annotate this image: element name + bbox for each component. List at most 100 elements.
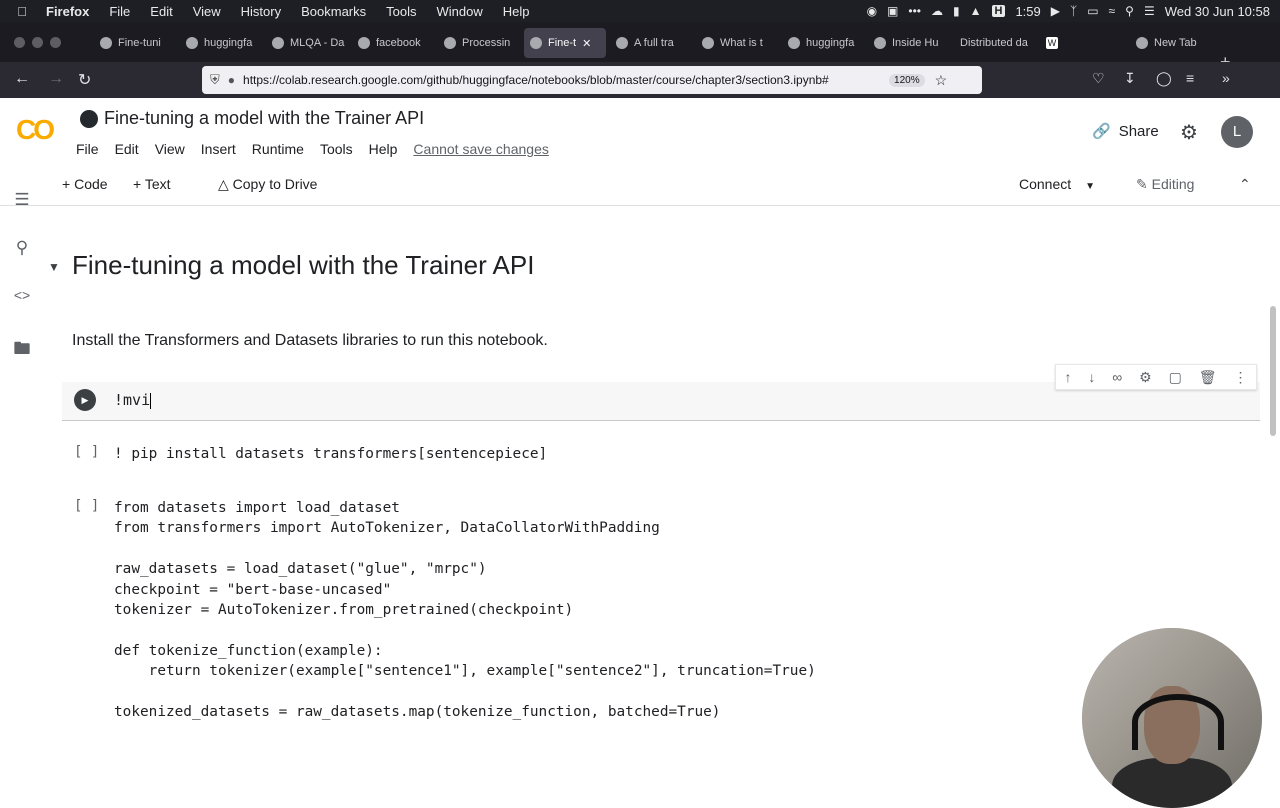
avatar[interactable]: L [1221, 116, 1253, 148]
battery-icon[interactable]: ▭ [1087, 4, 1098, 18]
menu-bookmarks[interactable]: Bookmarks [301, 4, 366, 19]
wifi-icon[interactable]: ≈ [1109, 4, 1116, 18]
cloud-upload-icon[interactable]: ☁ [931, 4, 943, 18]
menu-file[interactable]: File [109, 4, 130, 19]
browser-tab[interactable]: huggingfa [186, 28, 266, 58]
cell-run-bracket[interactable]: [ ] [74, 444, 99, 460]
cell-code[interactable]: from datasets import load_dataset from tr… [114, 498, 816, 722]
browser-tab[interactable]: facebook [358, 28, 438, 58]
add-code-cell-button[interactable]: + Code [62, 176, 108, 192]
account-icon[interactable]: ◯ [1156, 70, 1172, 87]
browser-tab[interactable]: Distributed da [960, 28, 1040, 58]
settings-gear-icon[interactable]: ⚙ [1180, 120, 1198, 145]
dots-icon[interactable]: ••• [908, 4, 921, 18]
more-vert-icon[interactable]: ⋮ [1233, 369, 1247, 386]
columns-icon[interactable]: ▮ [953, 4, 960, 18]
section-collapse-arrow-icon[interactable]: ▼ [48, 260, 60, 274]
window-minimize-button[interactable] [32, 37, 43, 48]
share-button[interactable]: 🔗 Share [1092, 122, 1159, 141]
overflow-menu-icon[interactable]: » [1222, 70, 1230, 86]
code-line[interactable] [114, 539, 816, 559]
tracking-shield-icon[interactable]: ⛨ [210, 72, 220, 88]
forward-arrow-icon[interactable]: → [48, 70, 64, 88]
menu-window[interactable]: Window [437, 4, 483, 19]
code-line[interactable]: return tokenizer(example["sentence1"], e… [114, 661, 816, 681]
copy-to-drive-button[interactable]: △ Copy to Drive [218, 176, 317, 193]
collapse-header-icon[interactable]: ⌃ [1239, 176, 1251, 193]
page-scrollbar[interactable] [1270, 306, 1276, 436]
search-icon[interactable]: ⚲ [12, 238, 32, 258]
menu-tools[interactable]: Tools [386, 4, 416, 19]
move-up-icon[interactable]: ↑ [1064, 369, 1071, 385]
code-line[interactable]: tokenized_datasets = raw_datasets.map(to… [114, 702, 816, 722]
code-line[interactable]: tokenizer = AutoTokenizer.from_pretraine… [114, 600, 816, 620]
menu-help[interactable]: Help [503, 4, 530, 19]
cone-icon[interactable]: ▲ [970, 4, 982, 18]
colab-menu-tools[interactable]: Tools [320, 141, 353, 157]
code-line[interactable]: from transformers import AutoTokenizer, … [114, 518, 816, 538]
delete-trash-icon[interactable]: 🗑 [1199, 369, 1217, 386]
editing-mode-button[interactable]: ✎ Editing [1136, 176, 1194, 193]
mirror-cell-icon[interactable]: ▢ [1169, 369, 1182, 386]
window-close-button[interactable] [14, 37, 25, 48]
colab-menu-insert[interactable]: Insert [201, 141, 236, 157]
browser-tab[interactable]: A full tra [616, 28, 696, 58]
bookmark-star-icon[interactable]: ☆ [935, 72, 948, 89]
code-cell[interactable]: [ ] ! pip install datasets transformers[… [62, 444, 1260, 468]
pocket-icon[interactable]: ♡ [1092, 70, 1105, 87]
menu-history[interactable]: History [241, 4, 281, 19]
menu-edit[interactable]: Edit [150, 4, 172, 19]
play-icon[interactable]: ▶ [1051, 4, 1060, 18]
lock-icon[interactable]: ● [228, 73, 235, 87]
browser-tab[interactable]: What is t [702, 28, 782, 58]
screen-icon[interactable]: ▣ [887, 4, 898, 18]
code-line[interactable]: checkpoint = "bert-base-uncased" [114, 580, 816, 600]
url-bar[interactable]: ⛨ ● https://colab.research.google.com/gi… [202, 66, 982, 94]
github-status-icon[interactable]: ◉ [867, 4, 877, 18]
code-line[interactable] [114, 620, 816, 640]
reload-icon[interactable]: ↻ [78, 70, 91, 90]
code-line[interactable]: raw_datasets = load_dataset("glue", "mrp… [114, 559, 816, 579]
move-down-icon[interactable]: ↓ [1088, 369, 1095, 385]
colab-menu-view[interactable]: View [155, 141, 185, 157]
code-cell[interactable]: [ ] from datasets import load_dataset fro… [62, 498, 1260, 720]
connect-button[interactable]: Connect ▼ [1019, 176, 1095, 192]
browser-tab[interactable]: New Tab [1136, 28, 1212, 58]
h-badge[interactable]: H [991, 5, 1006, 17]
browser-tab[interactable]: W [1046, 28, 1136, 58]
apple-icon[interactable]:  [14, 4, 30, 19]
colab-menu-file[interactable]: File [76, 141, 99, 157]
link-cell-icon[interactable]: ∞ [1112, 369, 1122, 385]
table-of-contents-icon[interactable]: ☰ [12, 190, 32, 210]
cell-run-bracket[interactable]: [ ] [74, 498, 99, 514]
cell-settings-gear-icon[interactable]: ⚙ [1139, 369, 1152, 386]
browser-tab[interactable]: Fine-tuni [100, 28, 180, 58]
colab-menu-runtime[interactable]: Runtime [252, 141, 304, 157]
colab-logo[interactable]: CO [16, 114, 55, 146]
code-line[interactable]: def tokenize_function(example): [114, 641, 816, 661]
downloads-icon[interactable]: ↧ [1124, 70, 1136, 87]
tab-close-icon[interactable]: ✕ [582, 37, 591, 50]
cannot-save-changes-link[interactable]: Cannot save changes [413, 141, 548, 157]
browser-tab[interactable]: Processin [444, 28, 520, 58]
url-text[interactable]: https://colab.research.google.com/github… [243, 73, 883, 87]
code-line[interactable] [114, 682, 816, 702]
window-zoom-button[interactable] [50, 37, 61, 48]
control-center-icon[interactable]: ☰ [1144, 4, 1155, 18]
active-cell-code[interactable]: !mvi [114, 391, 151, 409]
menu-view[interactable]: View [193, 4, 221, 19]
colab-menu-edit[interactable]: Edit [115, 141, 139, 157]
extensions-icon[interactable]: ≡ [1186, 70, 1194, 86]
browser-tab[interactable]: MLQA - Da [272, 28, 352, 58]
zoom-level-badge[interactable]: 120% [889, 73, 925, 87]
code-line[interactable]: from datasets import load_dataset [114, 498, 816, 518]
bluetooth-icon[interactable]: ᛉ [1070, 4, 1077, 18]
colab-menu-help[interactable]: Help [369, 141, 398, 157]
menu-app-firefox[interactable]: Firefox [46, 4, 89, 19]
browser-tab[interactable]: huggingfa [788, 28, 868, 58]
add-text-cell-button[interactable]: + Text [133, 176, 171, 192]
back-arrow-icon[interactable]: ← [14, 70, 30, 88]
files-folder-icon[interactable]: 🖿 [12, 336, 32, 365]
code-snippets-icon[interactable]: <> [12, 287, 32, 303]
run-cell-button[interactable]: ▶ [74, 389, 96, 411]
